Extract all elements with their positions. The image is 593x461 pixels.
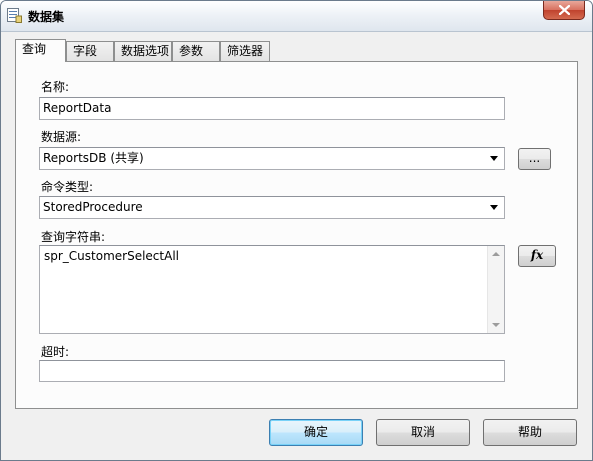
help-button[interactable]: 帮助 bbox=[483, 419, 577, 446]
cancel-label: 取消 bbox=[410, 425, 435, 439]
query-string-value: spr_CustomerSelectAll bbox=[44, 249, 179, 263]
datasource-label: 数据源: bbox=[41, 130, 82, 144]
query-panel: 名称: ReportData 数据源: ReportsDB (共享) ... 命… bbox=[15, 61, 578, 409]
title-bar[interactable]: 数据集 bbox=[1, 1, 592, 32]
browse-label: ... bbox=[528, 151, 541, 165]
chevron-down-icon bbox=[490, 205, 498, 210]
query-scrollbar[interactable] bbox=[487, 246, 504, 333]
cancel-button[interactable]: 取消 bbox=[376, 419, 470, 446]
query-string-field[interactable]: spr_CustomerSelectAll bbox=[39, 245, 505, 334]
command-type-value: StoredProcedure bbox=[43, 200, 143, 214]
scroll-up-icon[interactable] bbox=[492, 252, 500, 256]
tab-data-options[interactable]: 数据选项 bbox=[114, 41, 172, 61]
ok-button[interactable]: 确定 bbox=[269, 419, 363, 446]
timeout-label: 超时: bbox=[41, 345, 70, 359]
expression-button[interactable]: fx bbox=[518, 245, 556, 267]
tab-label: 字段 bbox=[73, 44, 98, 58]
tab-parameters[interactable]: 参数 bbox=[172, 41, 220, 61]
tab-fields[interactable]: 字段 bbox=[66, 41, 114, 61]
ok-label: 确定 bbox=[303, 425, 328, 439]
tab-label: 参数 bbox=[179, 44, 204, 58]
tab-label: 数据选项 bbox=[121, 44, 170, 58]
close-button[interactable] bbox=[543, 1, 585, 20]
datasource-value: ReportsDB (共享) bbox=[43, 151, 144, 165]
timeout-field[interactable] bbox=[39, 360, 505, 382]
command-type-combo[interactable]: StoredProcedure bbox=[39, 196, 505, 219]
name-field[interactable]: ReportData bbox=[39, 97, 505, 120]
dataset-icon bbox=[7, 8, 22, 23]
tab-label: 筛选器 bbox=[227, 44, 264, 58]
close-icon bbox=[559, 5, 570, 15]
tab-filters[interactable]: 筛选器 bbox=[220, 41, 270, 61]
function-icon: fx bbox=[530, 248, 544, 262]
tab-label: 查询 bbox=[22, 42, 47, 56]
query-string-label: 查询字符串: bbox=[41, 230, 106, 244]
scroll-down-icon[interactable] bbox=[492, 323, 500, 327]
help-label: 帮助 bbox=[517, 425, 542, 439]
chevron-down-icon bbox=[490, 156, 498, 161]
dialog-title: 数据集 bbox=[28, 10, 65, 24]
name-label: 名称: bbox=[41, 80, 70, 94]
command-type-label: 命令类型: bbox=[41, 180, 94, 194]
datasource-combo[interactable]: ReportsDB (共享) bbox=[39, 147, 505, 170]
tab-query[interactable]: 查询 bbox=[15, 39, 66, 62]
dataset-dialog: 数据集 查询 字段 数据选项 参数 筛选器 名称: ReportData 数据源… bbox=[0, 0, 593, 461]
browse-datasource-button[interactable]: ... bbox=[518, 148, 551, 170]
